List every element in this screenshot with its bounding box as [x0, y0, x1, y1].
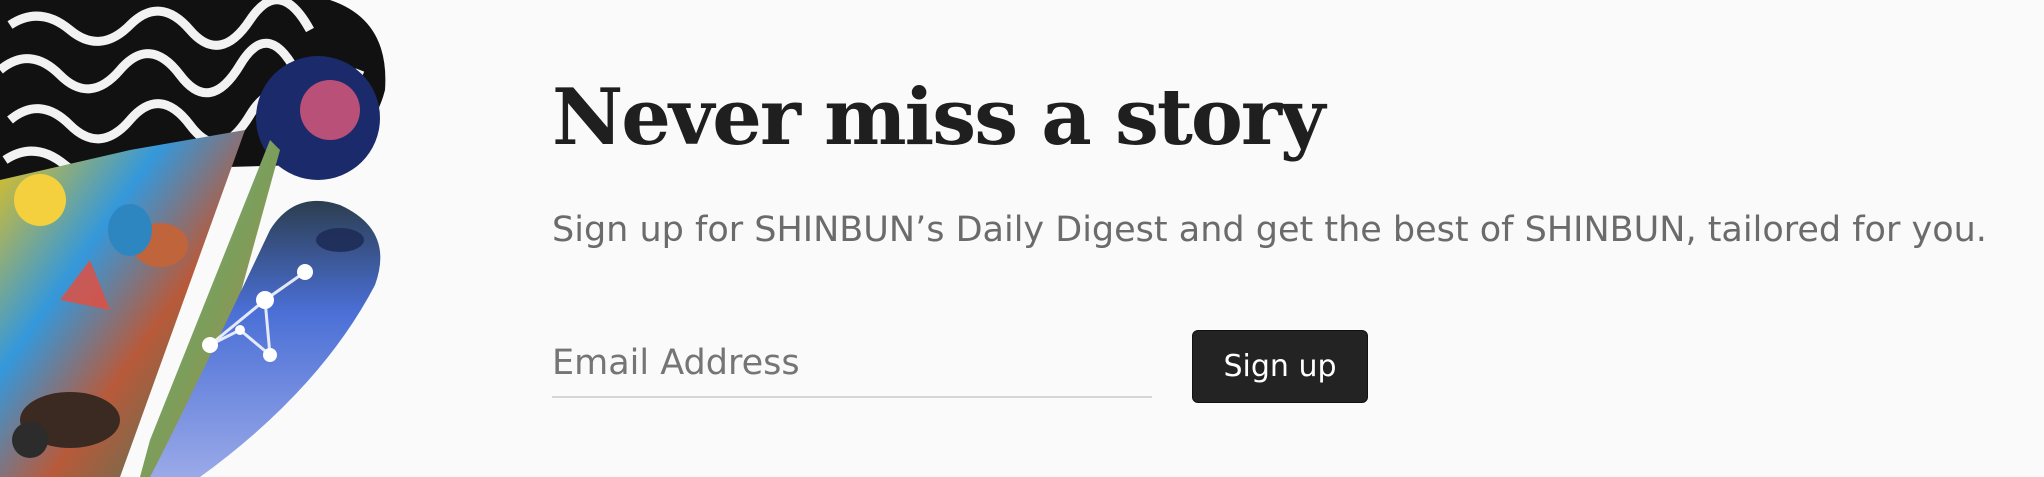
page-title: Never miss a story	[552, 72, 1325, 163]
subtitle-text: Sign up for SHINBUN’s Daily Digest and g…	[552, 210, 1987, 250]
collage-artwork	[0, 0, 386, 477]
email-field[interactable]	[552, 330, 1152, 398]
newsletter-content: Never miss a story Sign up for SHINBUN’s…	[552, 70, 2012, 403]
signup-button[interactable]: Sign up	[1192, 330, 1368, 403]
signup-form: Sign up	[552, 330, 1452, 410]
